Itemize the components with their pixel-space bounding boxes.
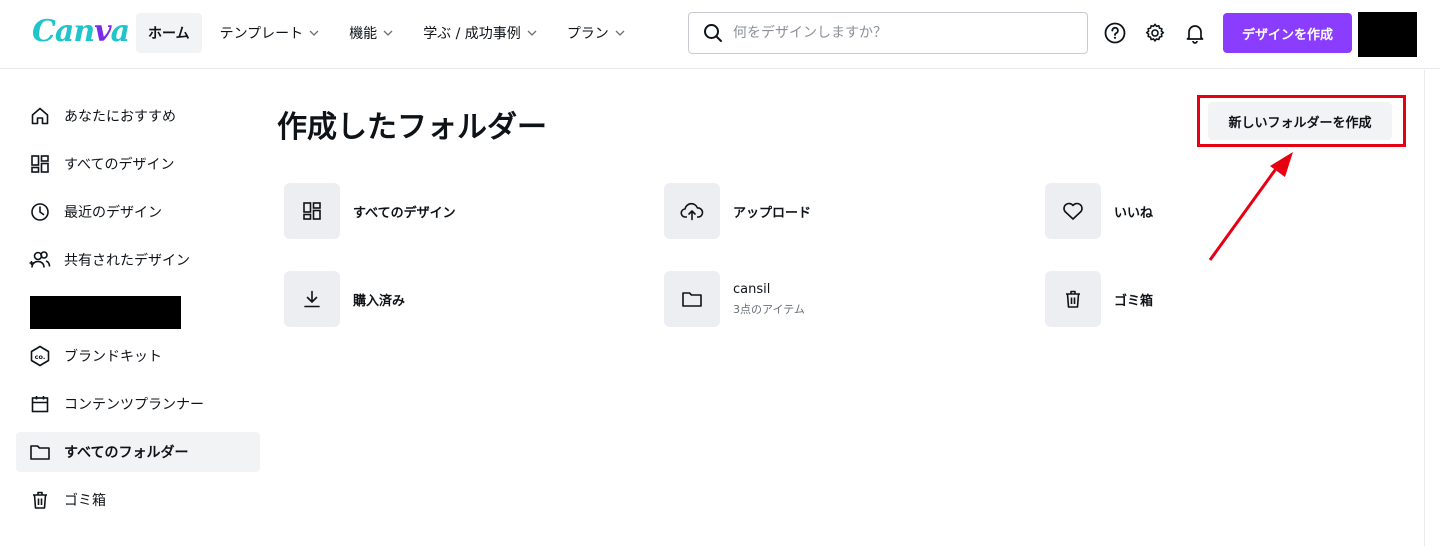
sidebar-item-label: ブランドキット: [64, 349, 162, 365]
folder-name: cansil: [733, 281, 771, 297]
people-icon: [29, 249, 51, 271]
nav-features[interactable]: 機能: [337, 13, 405, 53]
grid-icon: [29, 153, 51, 175]
folder-tile: [284, 271, 340, 327]
folder-tile: [664, 183, 720, 239]
chevron-down-icon: [383, 30, 393, 36]
nav-learn[interactable]: 学ぶ / 成功事例: [411, 13, 549, 53]
sidebar-item-shared[interactable]: 共有されたデザイン: [16, 240, 260, 280]
nav-templates-label: テンプレート: [219, 26, 304, 42]
folder-purchased[interactable]: 購入済み: [284, 271, 405, 327]
folder-name: すべてのデザイン: [353, 205, 456, 221]
folder-uploads[interactable]: アップロード: [664, 183, 811, 239]
new-folder-button[interactable]: 新しいフォルダーを作成: [1208, 102, 1392, 140]
folder-tile: [284, 183, 340, 239]
heart-icon: [1063, 202, 1083, 220]
svg-text:co.: co.: [35, 353, 46, 361]
top-header: Canva ホーム テンプレート 機能 学ぶ / 成功事例 プラン デザインを作…: [0, 0, 1440, 69]
folder-name: 購入済み: [353, 293, 406, 309]
home-icon: [29, 105, 51, 127]
nav-templates[interactable]: テンプレート: [208, 13, 332, 53]
folder-item-count: 3点のアイテム: [733, 302, 805, 316]
calendar-icon: [29, 393, 51, 415]
download-icon: [304, 290, 320, 308]
sidebar-item-label: すべてのデザイン: [64, 157, 175, 173]
sidebar-item-recommended[interactable]: あなたにおすすめ: [16, 96, 260, 136]
nav-features-label: 機能: [349, 26, 378, 42]
trash-icon: [1066, 290, 1080, 308]
sidebar-item-all-folders[interactable]: すべてのフォルダー: [16, 432, 260, 472]
clock-icon: [29, 201, 51, 223]
folder-tile: [1045, 183, 1101, 239]
sidebar-item-all-designs[interactable]: すべてのデザイン: [16, 144, 260, 184]
chevron-down-icon: [309, 30, 319, 36]
sidebar-item-brand-kit[interactable]: co. ブランドキット: [16, 336, 260, 376]
brand-kit-icon: co.: [29, 345, 51, 367]
nav-plans-label: プラン: [566, 26, 609, 42]
nav-home[interactable]: ホーム: [136, 13, 202, 53]
folder-name: アップロード: [733, 205, 812, 221]
cloud-upload-icon: [680, 202, 704, 221]
chevron-down-icon: [527, 30, 537, 36]
folder-icon: [682, 292, 702, 307]
sidebar-item-content-planner[interactable]: コンテンツプランナー: [16, 384, 260, 424]
chevron-down-icon: [615, 30, 625, 36]
nav-learn-label: 学ぶ / 成功事例: [423, 26, 521, 42]
search-input[interactable]: [733, 25, 1063, 41]
avatar[interactable]: [1358, 12, 1417, 57]
folder-tile: [664, 271, 720, 327]
sidebar-item-label: コンテンツプランナー: [64, 397, 204, 413]
main-nav: ホーム テンプレート 機能 学ぶ / 成功事例 プラン: [136, 13, 643, 53]
sidebar-item-label: あなたにおすすめ: [64, 109, 176, 125]
folder-cansil[interactable]: cansil 3点のアイテム: [664, 271, 805, 327]
sidebar-item-label: すべてのフォルダー: [64, 445, 189, 461]
search-box[interactable]: [688, 12, 1088, 54]
canva-logo[interactable]: Canva: [32, 14, 130, 49]
sidebar-item-label: 共有されたデザイン: [64, 253, 190, 269]
sidebar-item-recent[interactable]: 最近のデザイン: [16, 192, 260, 232]
search-icon: [704, 24, 722, 42]
create-design-button[interactable]: デザインを作成: [1223, 13, 1352, 53]
nav-plans[interactable]: プラン: [555, 13, 637, 53]
folder-name: いいね: [1114, 205, 1154, 221]
grid-icon: [303, 202, 321, 220]
bell-icon[interactable]: [1183, 21, 1207, 45]
sidebar-item-trash[interactable]: ゴミ箱: [16, 480, 260, 520]
redacted-block: [30, 296, 181, 329]
folder-all-designs[interactable]: すべてのデザイン: [284, 183, 456, 239]
sidebar-item-label: ゴミ箱: [64, 493, 106, 509]
page-title: 作成したフォルダー: [277, 110, 547, 145]
scrollbar[interactable]: [1424, 70, 1425, 546]
nav-home-label: ホーム: [148, 26, 190, 42]
folder-icon: [29, 441, 51, 463]
trash-icon: [29, 489, 51, 511]
folder-likes[interactable]: いいね: [1045, 183, 1153, 239]
folder-tile: [1045, 271, 1101, 327]
help-icon[interactable]: [1103, 21, 1127, 45]
folder-trash[interactable]: ゴミ箱: [1045, 271, 1153, 327]
red-arrow-annotation: [1208, 152, 1293, 261]
settings-icon[interactable]: [1143, 21, 1167, 45]
folder-name: ゴミ箱: [1114, 293, 1154, 309]
sidebar-item-label: 最近のデザイン: [64, 205, 162, 221]
